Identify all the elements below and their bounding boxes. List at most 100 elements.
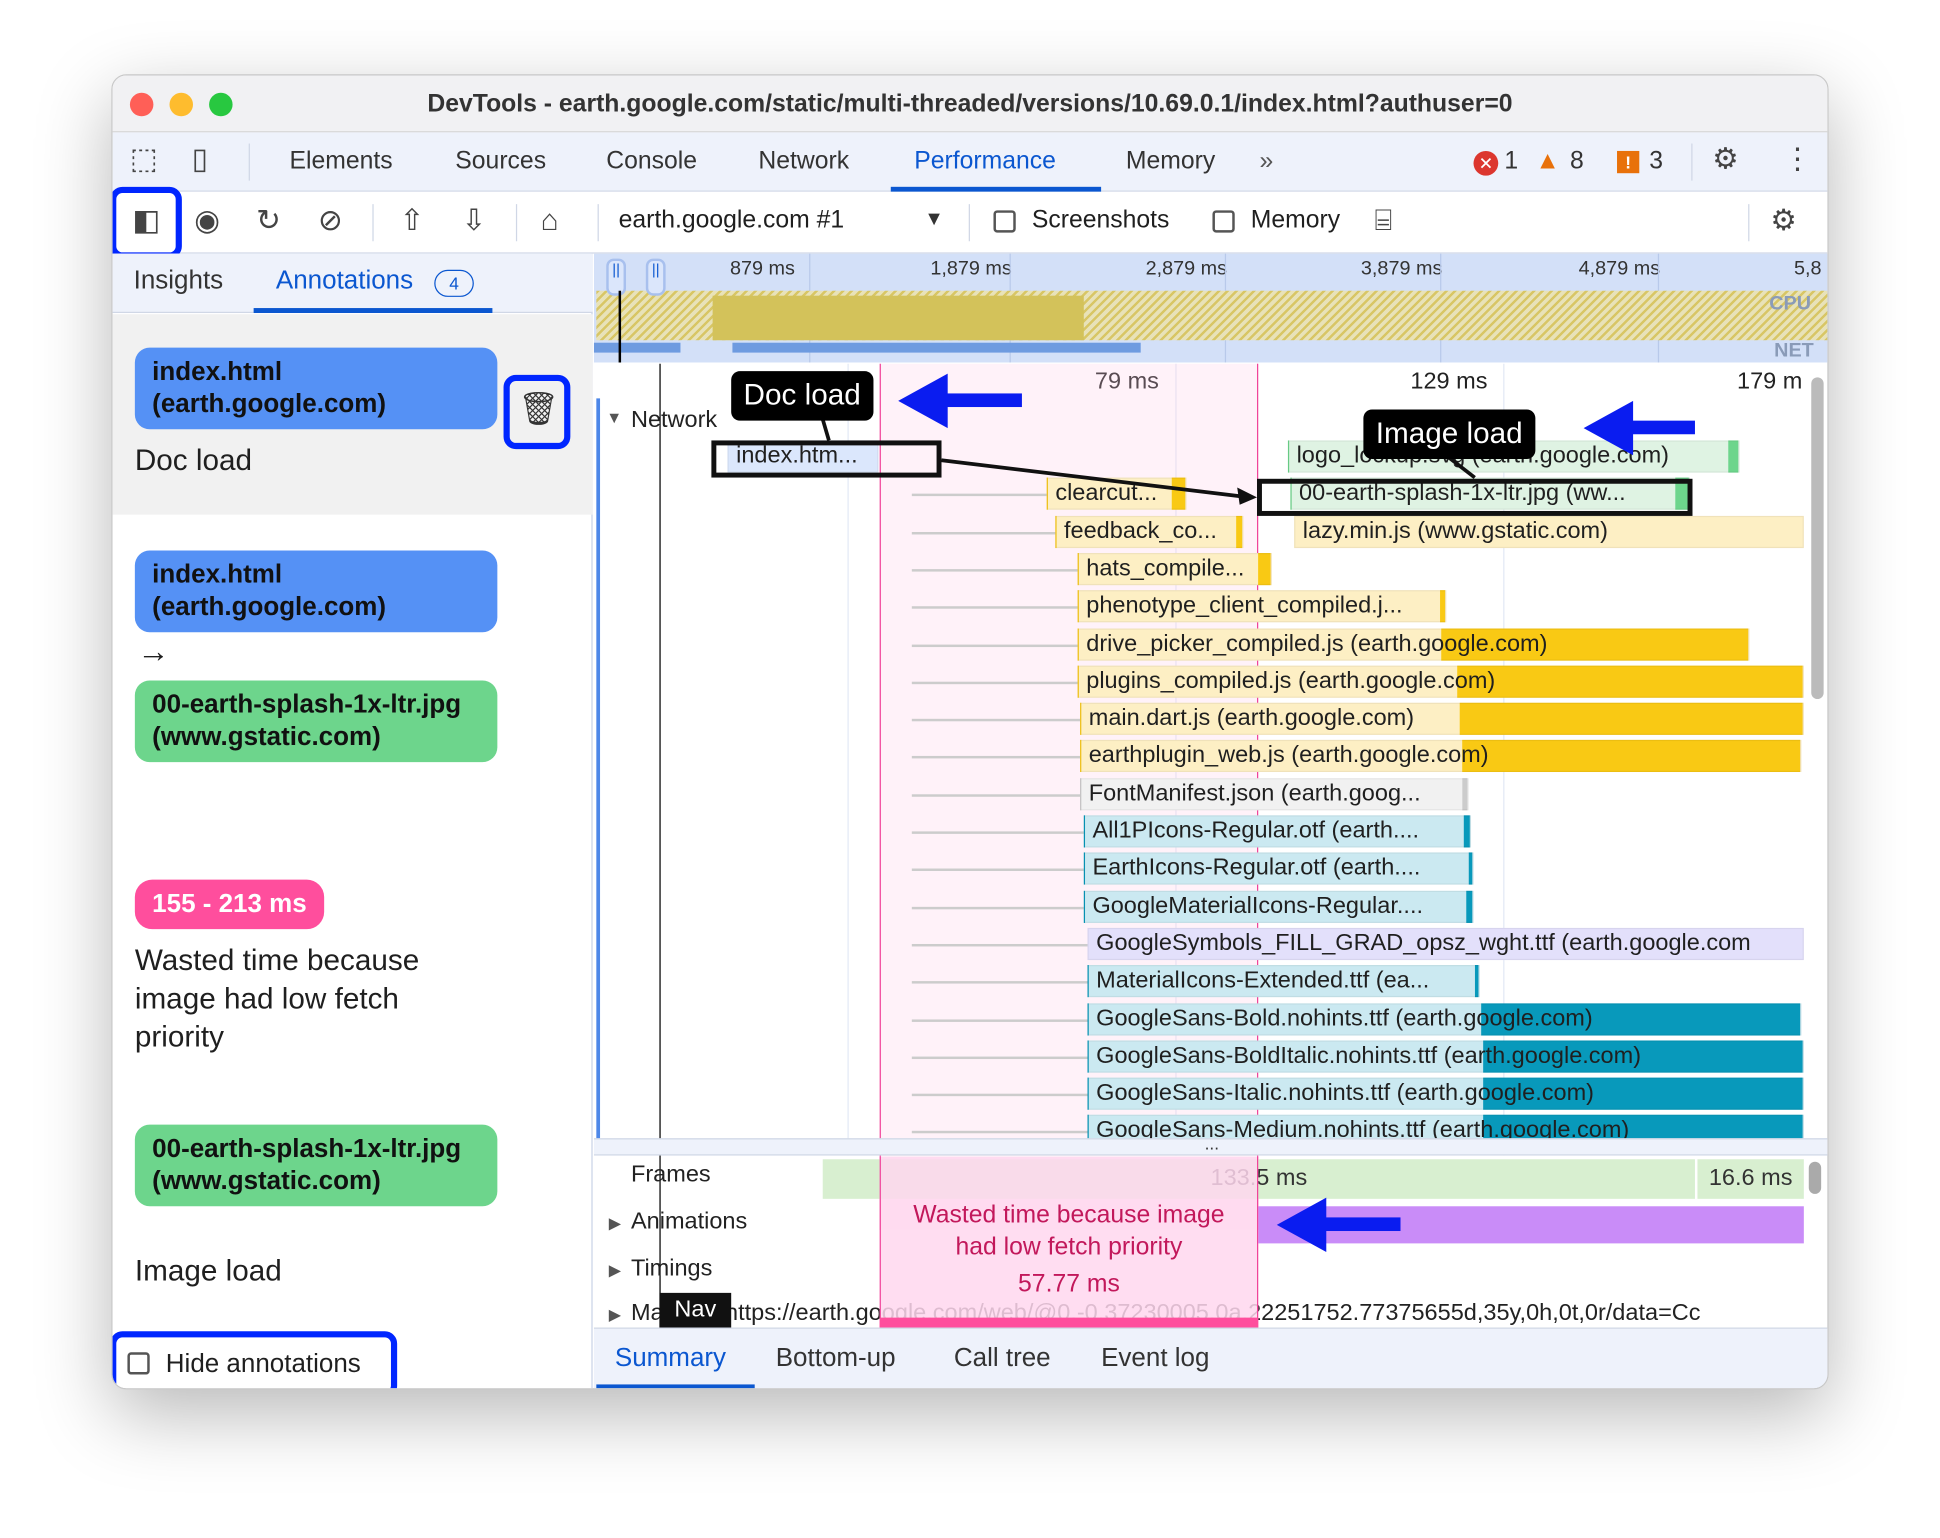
expand-triangle-icon[interactable]: ▶ <box>609 1214 621 1234</box>
network-request-entry[interactable]: GoogleSans-Bold.nohints.ttf (earth.googl… <box>1087 1002 1802 1035</box>
wasted-time-annotation[interactable]: Wasted time because image had low fetch … <box>879 1156 1259 1330</box>
tab-bottom-up[interactable]: Bottom-up <box>776 1344 896 1374</box>
download-profile-icon[interactable]: ⇩ <box>461 204 486 239</box>
frames-track-label[interactable]: Frames <box>631 1162 711 1189</box>
time-range-chip[interactable]: 155 - 213 ms <box>134 879 325 930</box>
expand-triangle-icon[interactable]: ▶ <box>609 1305 621 1325</box>
request-wait-whisker <box>911 831 1084 834</box>
chevron-down-icon[interactable]: ▼ <box>924 209 944 231</box>
issues-count[interactable]: 3 <box>1649 147 1663 175</box>
record-icon[interactable]: ◉ <box>194 204 220 239</box>
warning-icon[interactable]: ▲ <box>1535 147 1559 175</box>
delete-annotation-trash-icon[interactable]: 🗑 <box>518 390 559 428</box>
image-load-label[interactable]: Image load <box>1363 409 1536 460</box>
image-load-arrow-icon <box>1583 400 1634 456</box>
net-label: NET <box>1774 340 1814 362</box>
network-request-entry[interactable]: GoogleSans-BoldItalic.nohints.ttf (earth… <box>1087 1040 1804 1073</box>
network-request-entry[interactable]: All1PIcons-Regular.otf (earth.... <box>1083 815 1472 848</box>
annotation-entry-chip[interactable]: 00-earth-splash-1x-ltr.jpg (www.gstatic.… <box>134 1124 498 1207</box>
network-scrollbar[interactable] <box>1811 377 1824 700</box>
error-count[interactable]: 1 <box>1504 147 1518 175</box>
inspect-element-icon[interactable]: ⬚ <box>130 142 158 177</box>
title-bar: DevTools - earth.google.com/static/multi… <box>112 75 1828 133</box>
network-request-entry[interactable]: main.dart.js (earth.google.com) <box>1080 702 1804 736</box>
tab-annotations[interactable]: Annotations <box>276 266 413 296</box>
animations-track-label[interactable]: Animations <box>631 1209 747 1236</box>
screenshots-checkbox[interactable] <box>993 210 1016 233</box>
expand-triangle-icon[interactable]: ▶ <box>609 1261 621 1281</box>
request-wait-whisker <box>911 906 1084 909</box>
network-request-entry[interactable]: plugins_compiled.js (earth.google.com) <box>1077 665 1804 698</box>
wasted-time-range-bar <box>879 1317 1259 1328</box>
wasted-time-text: had low fetch priority <box>955 1233 1183 1261</box>
network-track: 79 ms129 ms179 m ▼ Network index.htm...l… <box>594 363 1827 1354</box>
request-wait-whisker <box>911 1093 1088 1097</box>
main-tab-bar: ⬚ ▯ Elements Sources Console Network Per… <box>112 132 1828 192</box>
frame-bar[interactable]: 16.6 ms <box>1697 1159 1804 1199</box>
wasted-time-text: Wasted time because image <box>913 1201 1225 1229</box>
wasted-time-duration: 57.77 ms <box>1018 1270 1120 1298</box>
wasted-time-arrow-icon <box>1276 1197 1327 1253</box>
memory-checkbox[interactable] <box>1212 210 1235 233</box>
home-icon[interactable]: ⌂ <box>541 204 559 239</box>
tab-summary[interactable]: Summary <box>615 1344 726 1374</box>
recording-select[interactable]: earth.google.com #1 <box>619 207 845 235</box>
overview-tick-label: 1,879 ms <box>930 258 1012 280</box>
doc-load-label[interactable]: Doc load <box>731 371 874 421</box>
issues-icon[interactable]: ! <box>1617 150 1640 174</box>
tab-elements[interactable]: Elements <box>290 147 393 175</box>
error-icon[interactable]: ✕ <box>1473 150 1499 176</box>
network-request-entry[interactable]: EarthIcons-Regular.otf (earth.... <box>1083 852 1474 885</box>
tab-event-log[interactable]: Event log <box>1101 1344 1209 1374</box>
overview-left-handle[interactable]: || <box>606 258 627 296</box>
settings-gear-icon[interactable]: ⚙ <box>1712 142 1739 177</box>
network-request-entry[interactable]: drive_picker_compiled.js (earth.google.c… <box>1077 627 1750 661</box>
bottom-tab-bar: Summary Bottom-up Call tree Event log <box>593 1327 1828 1389</box>
overview-tick-label: 3,879 ms <box>1360 258 1443 280</box>
network-request-entry[interactable]: FontManifest.json (earth.goog... <box>1080 777 1469 810</box>
device-toolbar-icon[interactable]: ▯ <box>192 142 208 177</box>
track-resizer[interactable]: ... <box>593 1135 1828 1156</box>
overview-tick-label: 2,879 ms <box>1145 258 1228 280</box>
window-title: DevTools - earth.google.com/static/multi… <box>427 90 1513 118</box>
tab-memory[interactable]: Memory <box>1126 147 1215 175</box>
request-wait-whisker <box>911 943 1088 947</box>
warning-count[interactable]: 8 <box>1570 147 1584 175</box>
annotation-link-from-chip[interactable]: index.html (earth.google.com) <box>134 550 498 633</box>
request-wait-whisker <box>911 1018 1088 1022</box>
upload-profile-icon[interactable]: ⇧ <box>400 204 425 239</box>
timings-track-label[interactable]: Timings <box>631 1256 712 1283</box>
tab-console[interactable]: Console <box>606 147 697 175</box>
network-request-entry[interactable]: earthplugin_web.js (earth.google.com) <box>1080 740 1802 773</box>
network-request-entry[interactable]: GoogleSymbols_FILL_GRAD_opsz_wght.ttf (e… <box>1087 927 1804 960</box>
clear-icon[interactable]: ⊘ <box>318 204 343 239</box>
more-tabs-chevron-icon[interactable]: » <box>1259 147 1273 175</box>
overview-tick-label: 4,879 ms <box>1578 258 1661 280</box>
tab-call-tree[interactable]: Call tree <box>954 1344 1051 1374</box>
more-options-icon[interactable]: ⋮ <box>1783 142 1813 177</box>
capture-settings-gear-icon[interactable]: ⚙ <box>1770 204 1797 239</box>
network-request-entry[interactable]: GoogleMaterialIcons-Regular.... <box>1083 890 1474 923</box>
toggle-sidebar-icon[interactable]: ◧ <box>132 204 160 239</box>
network-request-entry[interactable]: GoogleSans-Italic.nohints.ttf (earth.goo… <box>1087 1077 1804 1110</box>
hide-annotations-checkbox[interactable] <box>127 1352 150 1375</box>
tab-performance[interactable]: Performance <box>914 147 1056 175</box>
scrollbar[interactable] <box>1808 1161 1822 1194</box>
network-request-entry[interactable]: MaterialIcons-Extended.ttf (ea... <box>1087 965 1480 998</box>
garbage-collect-broom-icon[interactable]: ⌸ <box>1375 204 1393 239</box>
request-wait-whisker <box>911 756 1081 759</box>
nav-marker-label[interactable]: Nav <box>659 1292 732 1330</box>
tab-network[interactable]: Network <box>758 147 849 175</box>
overview-right-handle[interactable]: || <box>645 258 666 296</box>
annotation-link-to-chip[interactable]: 00-earth-splash-1x-ltr.jpg (www.gstatic.… <box>134 680 498 763</box>
annotations-count-badge: 4 <box>434 269 474 297</box>
request-wait-whisker <box>911 868 1084 872</box>
hide-annotations-label: Hide annotations <box>165 1349 361 1379</box>
tab-insights[interactable]: Insights <box>134 266 224 296</box>
annotations-sidebar: Insights Annotations 4 index.html (earth… <box>112 253 593 1389</box>
reload-record-icon[interactable]: ↻ <box>256 204 281 239</box>
doc-load-arrow-icon <box>898 373 948 429</box>
arrow-right-icon: → <box>137 632 170 670</box>
tab-sources[interactable]: Sources <box>455 147 546 175</box>
overview-pane[interactable]: 879 ms 1,879 ms 2,879 ms 3,879 ms 4,879 ms 5,… <box>593 253 1828 363</box>
